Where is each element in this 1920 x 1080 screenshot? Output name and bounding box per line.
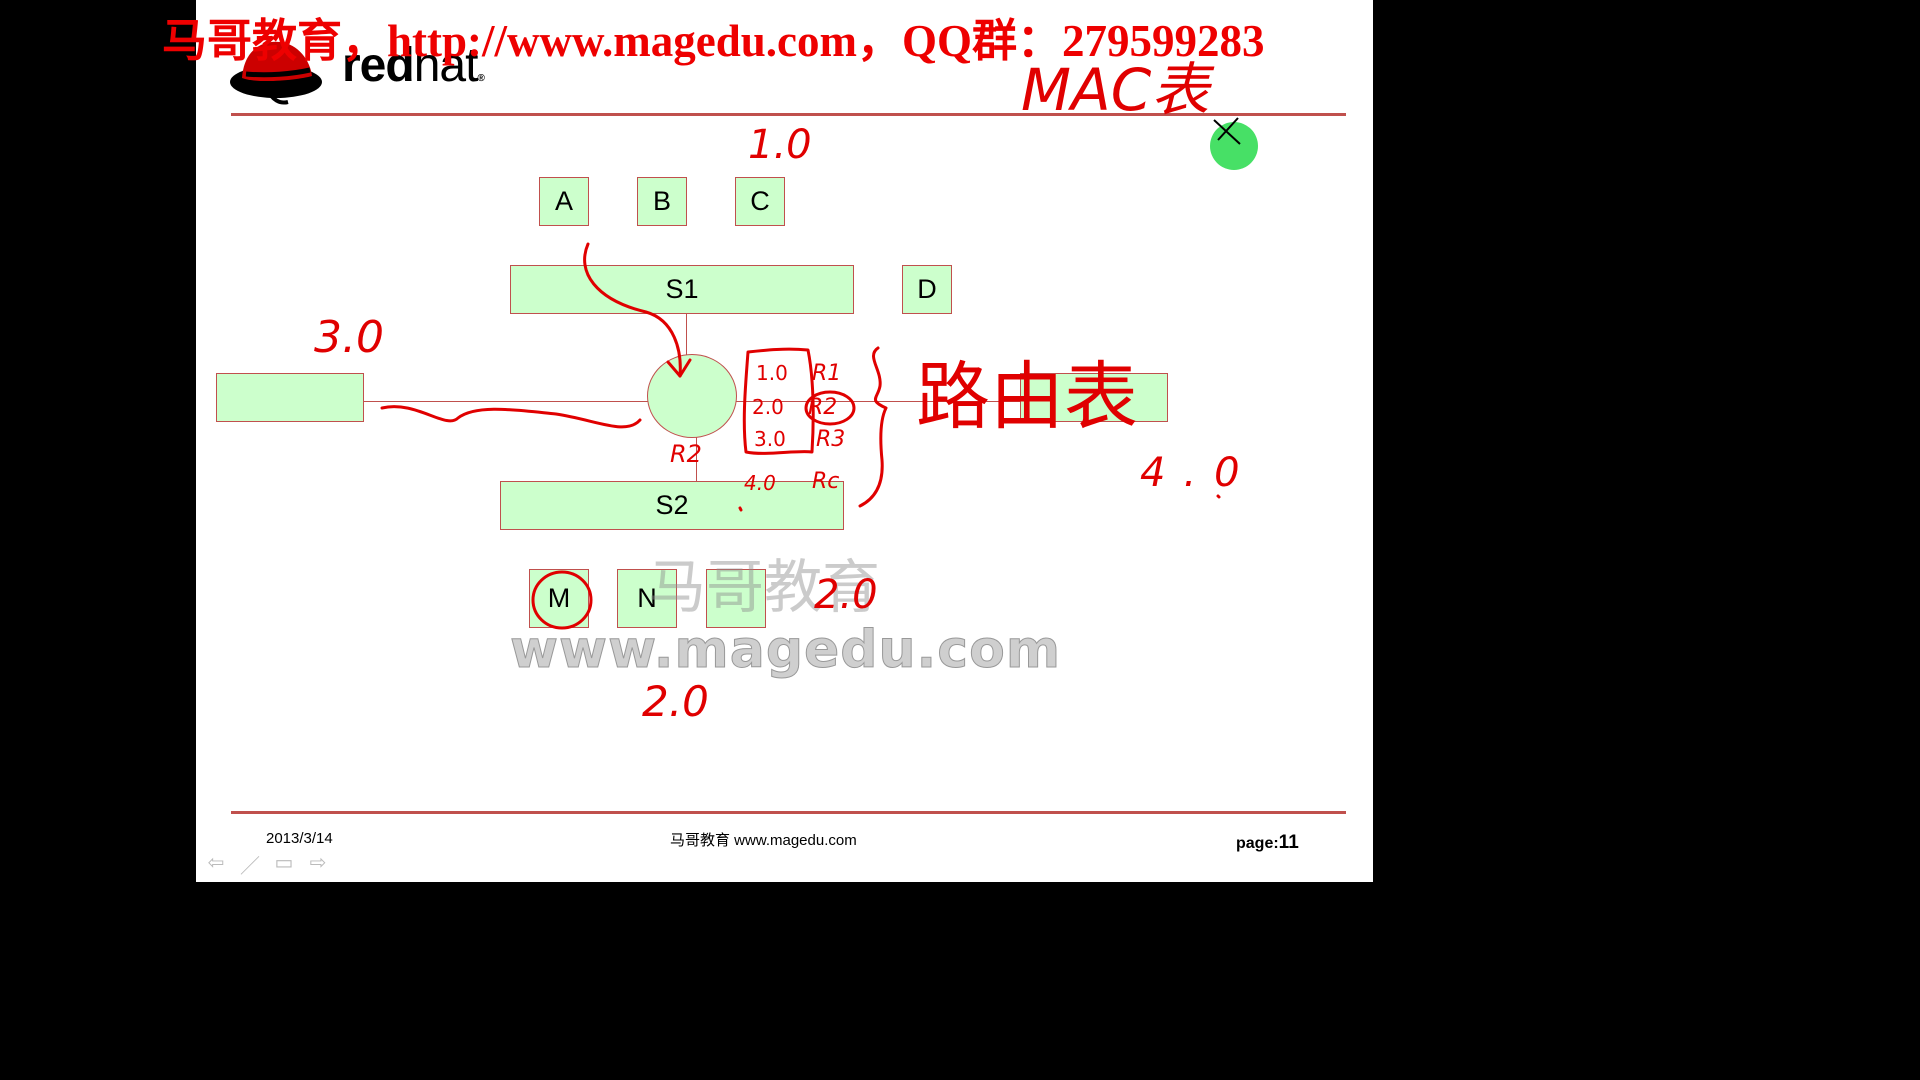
switch-s1-label: S1	[665, 274, 699, 304]
host-c-label: C	[750, 186, 770, 216]
host-b: B	[637, 177, 687, 226]
footer-page-number: 11	[1278, 832, 1299, 853]
footer-site: 马哥教育 www.magedu.com	[670, 832, 857, 849]
footer-page-label: page:	[1236, 835, 1279, 852]
ink-rt-iface-1: R1	[812, 361, 841, 386]
switch-s2-label: S2	[655, 490, 689, 520]
watermark-cn: 马哥教育	[648, 553, 881, 621]
ink-annotations: MAC表 1.0 3.0 4.0 2.0 2.0 R2 1.0 R1 2.0 R…	[314, 56, 1258, 726]
banner-title: 马哥教育，http://www.magedu.com，QQ群：279599283	[162, 16, 1265, 66]
network-right	[1020, 373, 1168, 422]
ink-network-1: 1.0	[748, 122, 812, 168]
network-left	[216, 373, 364, 422]
pen-icon[interactable]: ／	[238, 850, 262, 879]
menu-icon[interactable]: ▭	[272, 850, 296, 879]
forward-arrow-icon[interactable]: ⇨	[306, 850, 330, 879]
link-s1-router	[686, 313, 687, 355]
ink-dot	[1216, 494, 1221, 499]
ink-network-2-lower: 2.0	[642, 677, 709, 726]
ink-network-4: 4.0	[1140, 450, 1258, 496]
host-m-label: M	[547, 583, 571, 613]
switch-s2: S2	[500, 481, 844, 530]
ink-rt-net-3: 3.0	[754, 427, 786, 451]
footer-page: page:11	[1236, 832, 1299, 854]
ink-router-port: R2	[670, 440, 702, 468]
host-b-label: B	[652, 186, 671, 216]
host-d: D	[902, 265, 952, 314]
header-rule	[231, 113, 1346, 116]
footer-date: 2013/3/14	[266, 830, 333, 847]
ink-rt-iface-3: R3	[816, 427, 845, 452]
watermark-url: www.magedu.com	[509, 620, 1062, 681]
ink-rt-net-1: 1.0	[756, 361, 788, 385]
ink-rt-iface-2: R2	[808, 395, 837, 420]
footer-rule	[231, 811, 1346, 814]
link-router-s2	[696, 437, 697, 481]
switch-s1: S1	[510, 265, 854, 314]
ink-circle-r2	[804, 390, 856, 426]
link-left-net	[363, 401, 648, 402]
host-a: A	[539, 177, 589, 226]
host-c: C	[735, 177, 785, 226]
link-right-net	[736, 401, 1021, 402]
router	[647, 354, 737, 438]
back-arrow-icon[interactable]: ⇦	[204, 850, 228, 879]
slideshow-nav: ⇦ ／ ▭ ⇨	[204, 850, 330, 879]
slide: redhat® A B C S1 D S2 M N 马哥教育 www.maged…	[196, 0, 1373, 882]
host-d-label: D	[917, 274, 937, 304]
ink-network-3: 3.0	[314, 312, 384, 363]
ink-rt-net-2: 2.0	[752, 395, 784, 419]
ink-brace	[858, 346, 888, 508]
ink-wave-left	[380, 405, 642, 429]
cursor-x-icon	[1213, 117, 1241, 145]
host-a-label: A	[554, 186, 573, 216]
